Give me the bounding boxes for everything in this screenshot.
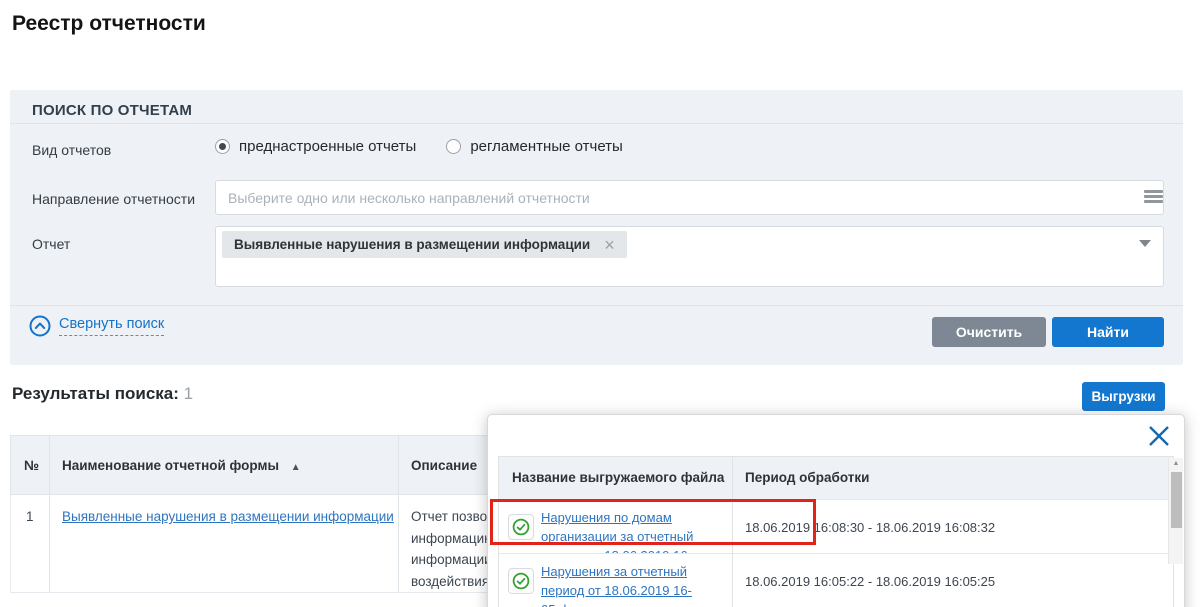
chevron-up-circle-icon (29, 315, 51, 337)
selected-report-tag: Выявленные нарушения в размещении информ… (222, 231, 627, 258)
find-button[interactable]: Найти (1052, 317, 1164, 347)
check-circle-icon (512, 572, 530, 590)
processing-period: 18.06.2019 16:08:30 - 18.06.2019 16:08:3… (745, 520, 995, 535)
download-row: Нарушения за отчетный период от 18.06.20… (499, 553, 1173, 607)
search-panel-title: ПОИСК ПО ОТЧЕТАМ (32, 102, 192, 119)
report-form-link[interactable]: Выявленные нарушения в размещении информ… (62, 509, 394, 524)
downloads-popup: Название выгружаемого файла Период обраб… (487, 414, 1185, 607)
radio-unselected-icon[interactable] (446, 139, 461, 154)
clear-button[interactable]: Очистить (932, 317, 1046, 347)
report-multiselect[interactable]: Выявленные нарушения в размещении информ… (215, 226, 1164, 287)
column-number: № (24, 458, 39, 473)
chevron-down-icon[interactable] (1139, 240, 1151, 247)
scrollbar-thumb[interactable] (1171, 472, 1182, 528)
results-heading-label: Результаты поиска: (12, 384, 179, 403)
tag-label: Выявленные нарушения в размещении информ… (234, 237, 590, 252)
check-circle-icon (512, 518, 530, 536)
results-heading: Результаты поиска: 1 (12, 384, 193, 404)
reporting-registry-page: Реестр отчетности ПОИСК ПО ОТЧЕТАМ Вид о… (0, 0, 1203, 607)
downloads-button[interactable]: Выгрузки (1082, 382, 1165, 411)
radio-selected-icon[interactable] (215, 139, 230, 154)
file-status-button[interactable] (508, 568, 534, 594)
radio-option-regulated-reports[interactable]: регламентные отчеты (446, 138, 623, 155)
divider (10, 123, 1183, 124)
downloads-table-header: Название выгружаемого файла Период обраб… (499, 457, 1173, 499)
direction-label: Направление отчетности (32, 191, 195, 207)
collapse-search-label: Свернуть поиск (59, 316, 164, 336)
report-type-label: Вид отчетов (32, 142, 111, 158)
file-status-button[interactable] (508, 514, 534, 540)
download-file-link[interactable]: Нарушения за отчетный период от 18.06.20… (541, 562, 727, 607)
radio-label: преднастроенные отчеты (239, 138, 416, 155)
hamburger-icon[interactable] (1144, 190, 1163, 204)
radio-label: регламентные отчеты (470, 138, 623, 155)
column-name[interactable]: Наименование отчетной формы ▲ (62, 458, 301, 473)
page-title: Реестр отчетности (12, 12, 206, 36)
column-processing-period: Период обработки (745, 470, 869, 485)
collapse-search-link[interactable]: Свернуть поиск (29, 315, 164, 337)
popup-scrollbar[interactable]: ▲ (1168, 458, 1183, 564)
scroll-up-icon[interactable]: ▲ (1169, 460, 1183, 467)
divider (10, 305, 1183, 306)
row-number: 1 (26, 509, 34, 524)
radio-option-preset-reports[interactable]: преднастроенные отчеты (215, 138, 416, 155)
processing-period: 18.06.2019 16:05:22 - 18.06.2019 16:05:2… (745, 574, 995, 589)
report-type-radio-group: преднастроенные отчеты регламентные отче… (215, 138, 623, 155)
report-label: Отчет (32, 236, 70, 252)
downloads-table: Название выгружаемого файла Период обраб… (498, 456, 1174, 607)
direction-input[interactable] (215, 180, 1164, 215)
close-icon[interactable] (1145, 422, 1173, 450)
download-row: Нарушения по домам организации за отчетн… (499, 499, 1173, 553)
tag-remove-icon[interactable]: × (604, 236, 615, 254)
sort-asc-icon[interactable]: ▲ (291, 462, 301, 473)
search-panel: ПОИСК ПО ОТЧЕТАМ Вид отчетов преднастрое… (10, 90, 1183, 365)
results-count: 1 (184, 384, 193, 403)
column-description: Описание (411, 458, 477, 473)
column-file-name: Название выгружаемого файла (512, 470, 724, 485)
